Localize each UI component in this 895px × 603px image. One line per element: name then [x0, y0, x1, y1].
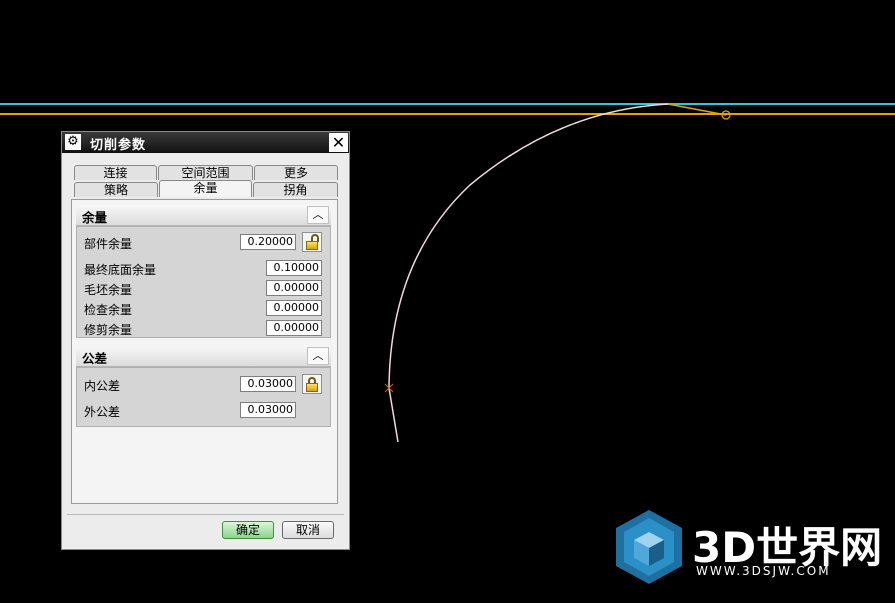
blank-stock-label: 毛坯余量	[84, 283, 133, 297]
gear-icon[interactable]: ⚙	[65, 134, 81, 150]
tolerance-group-title: 公差	[82, 351, 108, 366]
final-floor-stock-input[interactable]: 0.10000	[266, 260, 322, 276]
final-floor-stock-label: 最终底面余量	[84, 263, 157, 277]
intol-input[interactable]: 0.03000	[240, 376, 296, 392]
trim-stock-label: 修剪余量	[84, 323, 133, 337]
outtol-input[interactable]: 0.03000	[240, 402, 296, 418]
check-stock-input[interactable]: 0.00000	[266, 300, 322, 316]
intol-label: 内公差	[84, 379, 121, 393]
outtol-label: 外公差	[84, 405, 121, 419]
tolerance-group-body: 内公差 0.03000 外公差 0.03000	[76, 367, 331, 427]
check-stock-label: 检查余量	[84, 303, 133, 317]
watermark: 3D世界网 WWW.3DSJW.COM	[610, 508, 882, 588]
cube-logo-icon	[616, 510, 682, 584]
close-icon[interactable]: ✕	[329, 133, 348, 152]
part-stock-input[interactable]: 0.20000	[240, 234, 296, 250]
tolerance-group-header[interactable]: 公差 ︿	[76, 346, 331, 367]
cut-parameters-dialog: ⚙ 切削参数 ✕ 连接 空间范围 更多 策略 余量 拐角 余量 ︿ 部件余量 0…	[61, 131, 350, 550]
tool-path-arc	[388, 103, 669, 443]
cancel-button[interactable]: 取消	[282, 521, 334, 539]
chevron-up-icon[interactable]: ︿	[307, 206, 329, 224]
part-stock-label: 部件余量	[84, 237, 133, 251]
tab-space-range[interactable]: 空间范围	[158, 165, 253, 180]
tab-connect[interactable]: 连接	[74, 165, 157, 180]
allowance-group-header[interactable]: 余量 ︿	[76, 205, 331, 226]
tab-allowance[interactable]: 余量	[159, 180, 252, 197]
tab-strategy[interactable]: 策略	[74, 182, 158, 197]
unlock-icon[interactable]	[302, 232, 322, 252]
ok-button[interactable]: 确定	[222, 521, 274, 539]
tab-corner[interactable]: 拐角	[253, 182, 338, 197]
chevron-up-icon[interactable]: ︿	[307, 347, 329, 365]
tab-more[interactable]: 更多	[254, 165, 338, 180]
tab-panel: 余量 ︿ 部件余量 0.20000 最终底面余量 0.10000 毛坯余量 0.…	[71, 199, 338, 504]
blank-stock-input[interactable]: 0.00000	[266, 280, 322, 296]
trim-stock-input[interactable]: 0.00000	[266, 320, 322, 336]
brand-url: WWW.3DSJW.COM	[696, 564, 831, 578]
allowance-group-body: 部件余量 0.20000 最终底面余量 0.10000 毛坯余量 0.00000…	[76, 226, 331, 338]
allowance-group-title: 余量	[82, 210, 108, 225]
dialog-title: 切削参数	[90, 138, 147, 153]
lock-icon[interactable]	[302, 374, 322, 394]
dialog-titlebar[interactable]: ⚙ 切削参数 ✕	[62, 132, 349, 153]
button-separator	[67, 514, 344, 515]
